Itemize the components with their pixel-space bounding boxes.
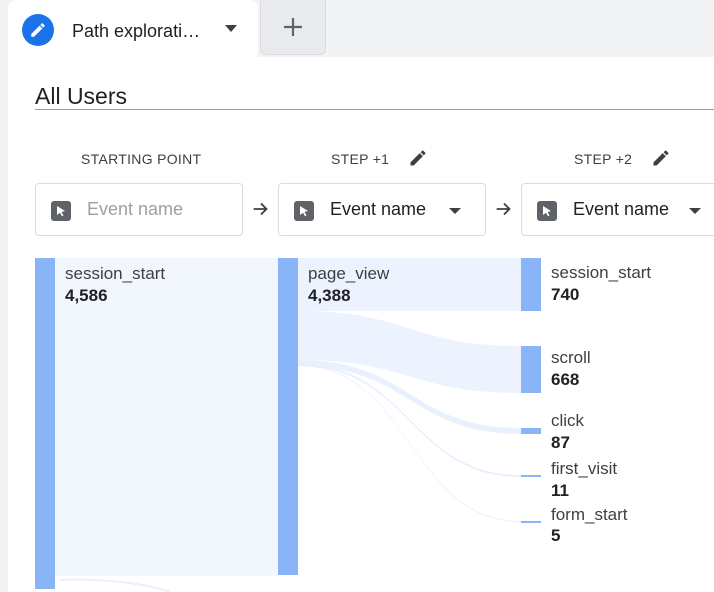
node-value: 4,586 [65, 286, 108, 305]
node-label: session_start [65, 264, 166, 283]
node-label: page_view [308, 264, 390, 283]
node-label: scroll [551, 348, 591, 367]
flow-start-continuation [59, 578, 171, 592]
node-value: 740 [551, 285, 580, 304]
node-first-visit[interactable] [521, 475, 541, 477]
node-label: first_visit [551, 459, 618, 478]
node-scroll[interactable] [521, 346, 541, 393]
node-value: 11 [551, 481, 569, 500]
node-form-start[interactable] [521, 521, 541, 523]
node-click[interactable] [521, 428, 541, 434]
node-value: 668 [551, 370, 580, 389]
node-page-view[interactable] [278, 258, 298, 575]
node-value: 87 [551, 433, 570, 452]
node-value: 4,388 [308, 286, 351, 305]
node-session-start-step2[interactable] [521, 258, 541, 311]
node-label: form_start [551, 505, 628, 524]
node-session-start-start[interactable] [35, 258, 55, 589]
node-label: session_start [551, 263, 652, 282]
flow-to-scroll [298, 311, 521, 393]
node-value: 5 [551, 526, 561, 545]
node-label: click [551, 411, 585, 430]
